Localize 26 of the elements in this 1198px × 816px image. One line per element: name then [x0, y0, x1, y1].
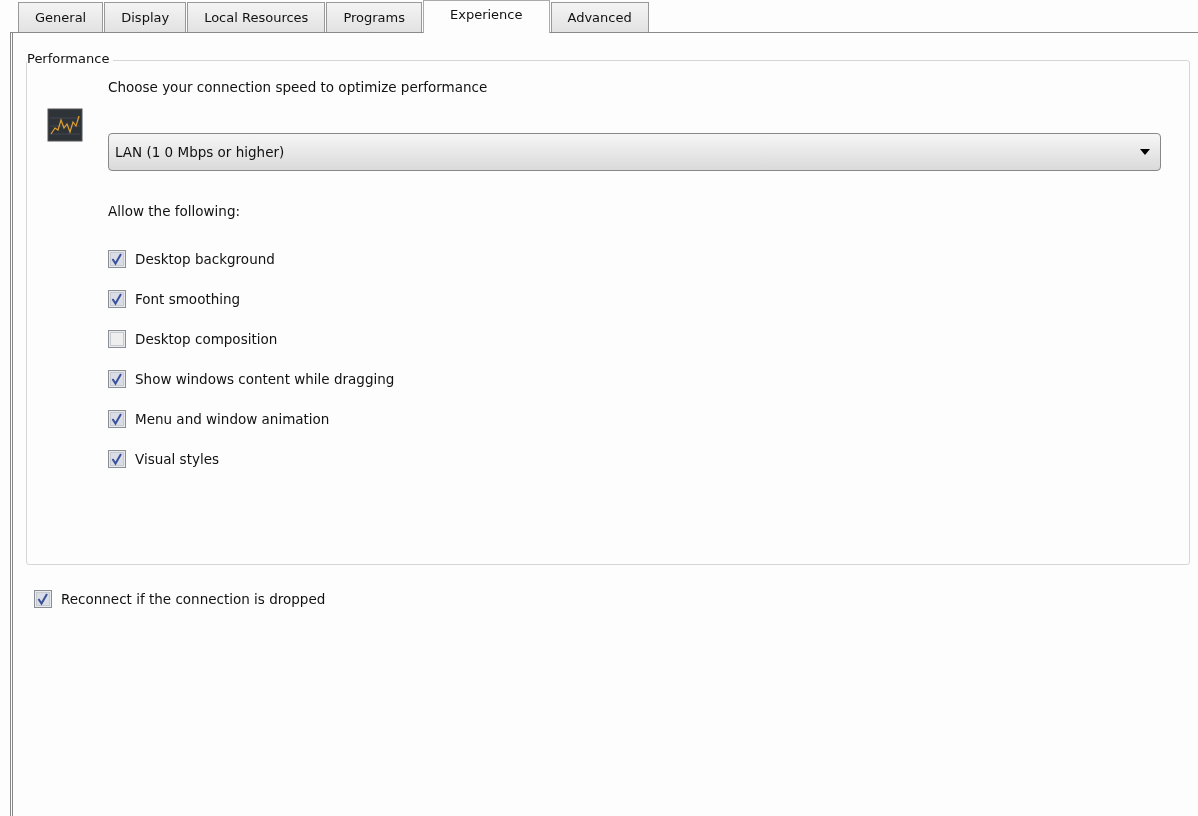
checkbox-label[interactable]: Desktop background	[135, 251, 275, 267]
checkbox[interactable]	[108, 330, 126, 348]
group-title: Performance	[27, 51, 114, 66]
caret-icon	[1140, 149, 1150, 155]
checkbox[interactable]	[108, 410, 126, 428]
checkbox[interactable]	[108, 250, 126, 268]
checkbox-label[interactable]: Desktop composition	[135, 331, 278, 347]
checkbox[interactable]	[34, 590, 52, 608]
tab[interactable]: Local Resources	[187, 2, 326, 32]
tab[interactable]: Advanced	[550, 2, 649, 32]
tab[interactable]: General	[18, 2, 104, 32]
speed-dropdown[interactable]: LAN (1 0 Mbps or higher)	[108, 133, 1161, 171]
tab[interactable]: Programs	[326, 2, 422, 32]
checkbox-label[interactable]: Show windows content while dragging	[135, 371, 395, 387]
checkbox-label[interactable]: Menu and window animation	[135, 411, 330, 427]
checkbox-label[interactable]: Visual styles	[135, 451, 219, 467]
chart-icon	[47, 108, 83, 144]
prompt-text: Choose your connection speed to optimize performance	[108, 78, 489, 96]
allow-label: Allow the following:	[108, 203, 241, 219]
tab[interactable]: Display	[104, 2, 187, 32]
checkbox[interactable]	[108, 450, 126, 468]
checkbox-label[interactable]: Font smoothing	[135, 291, 241, 307]
tab[interactable]: Experience	[423, 0, 550, 33]
checkbox[interactable]	[108, 370, 126, 388]
checkbox-label[interactable]: Reconnect if the connection is dropped	[61, 591, 326, 607]
checkbox[interactable]	[108, 290, 126, 308]
